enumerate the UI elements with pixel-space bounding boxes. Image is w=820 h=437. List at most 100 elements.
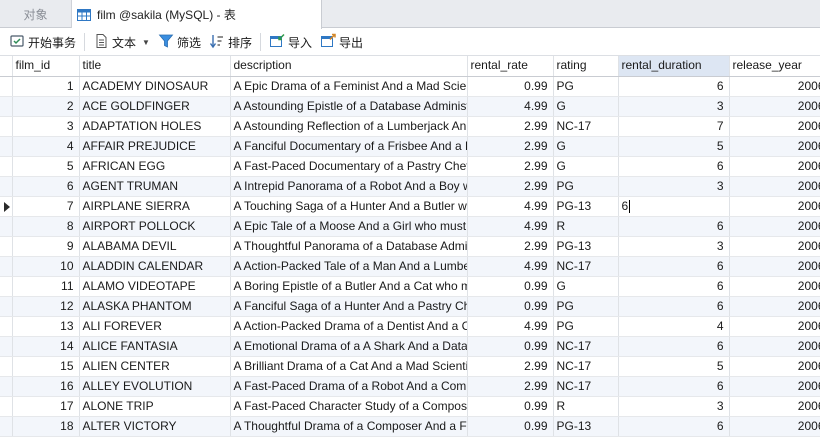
table-row[interactable]: 16 ALLEY EVOLUTION A Fast-Paced Drama of a… xyxy=(0,376,820,397)
cell-description[interactable]: A Fast-Paced Documentary of a Pastry Che… xyxy=(230,156,468,177)
row-indicator[interactable] xyxy=(0,156,13,177)
cell-rental-duration[interactable]: 7 xyxy=(618,116,730,137)
cell-title[interactable]: ALONE TRIP xyxy=(79,396,231,417)
cell-rating[interactable]: PG-13 xyxy=(553,416,619,437)
cell-title[interactable]: ADAPTATION HOLES xyxy=(79,116,231,137)
cell-rental-duration[interactable]: 5 xyxy=(618,136,730,157)
table-row[interactable]: 6 AGENT TRUMAN A Intrepid Panorama of a Ro… xyxy=(0,176,820,197)
cell-rating[interactable]: NC-17 xyxy=(553,336,619,357)
row-indicator[interactable] xyxy=(0,296,13,317)
row-indicator[interactable] xyxy=(0,96,13,117)
cell-film-id[interactable]: 15 xyxy=(12,356,80,377)
cell-release-year[interactable]: 2006 xyxy=(729,276,820,297)
tab-objects[interactable]: 对象 xyxy=(0,0,72,28)
cell-release-year[interactable]: 2006 xyxy=(729,116,820,137)
cell-rental-rate[interactable]: 0.99 xyxy=(467,336,554,357)
row-indicator[interactable] xyxy=(0,256,13,277)
cell-rating[interactable]: PG xyxy=(553,176,619,197)
cell-rental-rate[interactable]: 0.99 xyxy=(467,396,554,417)
cell-description[interactable]: A Action-Packed Tale of a Man And a Lumb… xyxy=(230,256,468,277)
table-row[interactable]: 17 ALONE TRIP A Fast-Paced Character Study… xyxy=(0,396,820,417)
cell-title[interactable]: ALAMO VIDEOTAPE xyxy=(79,276,231,297)
cell-description[interactable]: A Fanciful Saga of a Hunter And a Pastry… xyxy=(230,296,468,317)
row-indicator[interactable] xyxy=(0,316,13,337)
cell-rating[interactable]: PG-13 xyxy=(553,196,619,217)
column-header-rental-duration[interactable]: rental_duration xyxy=(618,56,730,77)
cell-rental-rate[interactable]: 4.99 xyxy=(467,96,554,117)
cell-film-id[interactable]: 3 xyxy=(12,116,80,137)
row-indicator[interactable] xyxy=(0,196,13,217)
cell-release-year[interactable]: 2006 xyxy=(729,296,820,317)
cell-rental-duration[interactable]: 3 xyxy=(618,396,730,417)
cell-description[interactable]: A Epic Tale of a Moose And a Girl who mu… xyxy=(230,216,468,237)
cell-release-year[interactable]: 2006 xyxy=(729,96,820,117)
cell-description[interactable]: A Touching Saga of a Hunter And a Butler… xyxy=(230,196,468,217)
row-indicator[interactable] xyxy=(0,116,13,137)
cell-film-id[interactable]: 11 xyxy=(12,276,80,297)
cell-rental-rate[interactable]: 0.99 xyxy=(467,76,554,97)
cell-description[interactable]: A Emotional Drama of a A Shark And a Dat… xyxy=(230,336,468,357)
cell-rental-rate[interactable]: 2.99 xyxy=(467,376,554,397)
tab-film-table[interactable]: film @sakila (MySQL) - 表 xyxy=(72,0,322,29)
cell-release-year[interactable]: 2006 xyxy=(729,176,820,197)
cell-release-year[interactable]: 2006 xyxy=(729,376,820,397)
cell-rating[interactable]: R xyxy=(553,396,619,417)
cell-film-id[interactable]: 17 xyxy=(12,396,80,417)
cell-rating[interactable]: G xyxy=(553,96,619,117)
cell-description[interactable]: A Fast-Paced Drama of a Robot And a Comp xyxy=(230,376,468,397)
cell-release-year[interactable]: 2006 xyxy=(729,236,820,257)
cell-rental-rate[interactable]: 0.99 xyxy=(467,416,554,437)
cell-film-id[interactable]: 1 xyxy=(12,76,80,97)
cell-description[interactable]: A Thoughtful Panorama of a Database Admi xyxy=(230,236,468,257)
cell-rental-duration[interactable]: 6 xyxy=(618,76,730,97)
cell-title[interactable]: ALASKA PHANTOM xyxy=(79,296,231,317)
cell-rental-duration[interactable]: 3 xyxy=(618,96,730,117)
cell-rating[interactable]: PG-13 xyxy=(553,236,619,257)
cell-rating[interactable]: R xyxy=(553,216,619,237)
cell-film-id[interactable]: 2 xyxy=(12,96,80,117)
cell-title[interactable]: AIRPORT POLLOCK xyxy=(79,216,231,237)
cell-title[interactable]: AIRPLANE SIERRA xyxy=(79,196,231,217)
column-header-film-id[interactable]: film_id xyxy=(12,56,80,77)
row-indicator[interactable] xyxy=(0,176,13,197)
cell-rental-rate[interactable]: 2.99 xyxy=(467,116,554,137)
cell-release-year[interactable]: 2006 xyxy=(729,256,820,277)
cell-rental-duration[interactable]: 6 xyxy=(618,416,730,437)
export-button[interactable]: 导出 xyxy=(316,31,367,53)
cell-rental-rate[interactable]: 2.99 xyxy=(467,176,554,197)
cell-film-id[interactable]: 8 xyxy=(12,216,80,237)
row-indicator[interactable] xyxy=(0,396,13,417)
table-row[interactable]: 5 AFRICAN EGG A Fast-Paced Documentary of … xyxy=(0,156,820,177)
cell-description[interactable]: A Fast-Paced Character Study of a Compos… xyxy=(230,396,468,417)
cell-rental-rate[interactable]: 4.99 xyxy=(467,256,554,277)
row-indicator[interactable] xyxy=(0,236,13,257)
cell-film-id[interactable]: 12 xyxy=(12,296,80,317)
table-row[interactable]: 18 ALTER VICTORY A Thoughtful Drama of a C… xyxy=(0,416,820,437)
cell-rental-rate[interactable]: 2.99 xyxy=(467,156,554,177)
cell-rental-rate[interactable]: 4.99 xyxy=(467,316,554,337)
cell-film-id[interactable]: 7 xyxy=(12,196,80,217)
cell-title[interactable]: ACE GOLDFINGER xyxy=(79,96,231,117)
table-row[interactable]: 7 AIRPLANE SIERRA A Touching Saga of a Hun… xyxy=(0,196,820,217)
cell-title[interactable]: ALI FOREVER xyxy=(79,316,231,337)
table-row[interactable]: 9 ALABAMA DEVIL A Thoughtful Panorama of a… xyxy=(0,236,820,257)
cell-description[interactable]: A Thoughtful Drama of a Composer And a F xyxy=(230,416,468,437)
column-header-release-year[interactable]: release_year xyxy=(729,56,820,77)
cell-rental-duration[interactable]: 6 xyxy=(618,276,730,297)
cell-rating[interactable]: NC-17 xyxy=(553,356,619,377)
cell-rating[interactable]: G xyxy=(553,136,619,157)
row-indicator[interactable] xyxy=(0,276,13,297)
row-indicator[interactable] xyxy=(0,216,13,237)
table-row[interactable]: 2 ACE GOLDFINGER A Astounding Epistle of a… xyxy=(0,96,820,117)
row-indicator[interactable] xyxy=(0,336,13,357)
cell-film-id[interactable]: 18 xyxy=(12,416,80,437)
cell-rental-duration[interactable]: 4 xyxy=(618,316,730,337)
cell-film-id[interactable]: 6 xyxy=(12,176,80,197)
cell-film-id[interactable]: 16 xyxy=(12,376,80,397)
cell-title[interactable]: ALADDIN CALENDAR xyxy=(79,256,231,277)
row-indicator[interactable] xyxy=(0,376,13,397)
cell-description[interactable]: A Fanciful Documentary of a Frisbee And … xyxy=(230,136,468,157)
cell-rating[interactable]: PG xyxy=(553,76,619,97)
cell-description[interactable]: A Boring Epistle of a Butler And a Cat w… xyxy=(230,276,468,297)
cell-film-id[interactable]: 10 xyxy=(12,256,80,277)
